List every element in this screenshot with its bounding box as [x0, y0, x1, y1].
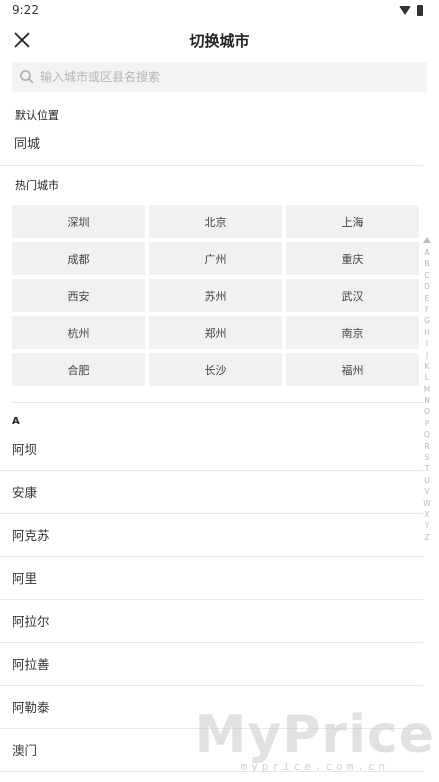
index-letter[interactable]: R [424, 441, 429, 452]
hot-city-button[interactable]: 苏州 [149, 279, 282, 312]
city-list-item[interactable]: 阿坝 [0, 428, 423, 471]
index-letter[interactable]: I [426, 338, 428, 349]
city-list-item[interactable]: 澳门 [0, 729, 423, 772]
index-letter[interactable]: L [425, 372, 429, 383]
alphabet-index-bar[interactable]: A B C D E F G H I J K L M N O P Q R S T … [422, 237, 432, 543]
hot-city-button[interactable]: 西安 [12, 279, 145, 312]
city-list-item[interactable]: 阿拉尔 [0, 600, 423, 643]
search-icon [20, 70, 34, 84]
hot-city-button[interactable]: 武汉 [286, 279, 419, 312]
index-letter[interactable]: U [424, 475, 430, 486]
hot-city-button[interactable]: 上海 [286, 205, 419, 238]
battery-icon [417, 4, 423, 16]
hot-cities-grid: 深圳 北京 上海 成都 广州 重庆 西安 苏州 武汉 杭州 郑州 南京 合肥 长… [12, 205, 419, 386]
default-location-label: 默认位置 [15, 109, 59, 122]
index-letter[interactable]: G [424, 315, 430, 326]
index-letter[interactable]: W [423, 498, 430, 509]
letter-group-header: A [12, 416, 20, 427]
hot-city-button[interactable]: 北京 [149, 205, 282, 238]
city-list-item[interactable]: 阿勒泰 [0, 686, 423, 729]
wifi-icon [399, 5, 411, 15]
hot-city-button[interactable]: 合肥 [12, 353, 145, 386]
hot-city-button[interactable]: 深圳 [12, 205, 145, 238]
index-letter[interactable]: S [425, 452, 430, 463]
hot-city-button[interactable]: 杭州 [12, 316, 145, 349]
index-letter[interactable]: K [425, 361, 430, 372]
index-letter[interactable]: P [425, 418, 430, 429]
current-city[interactable]: 同城 [0, 124, 423, 166]
city-list-item[interactable]: 阿克苏 [0, 514, 423, 557]
index-letter[interactable]: Q [424, 429, 430, 440]
status-time: 9:22 [12, 3, 39, 17]
index-letter[interactable]: N [424, 395, 430, 406]
hot-city-button[interactable]: 福州 [286, 353, 419, 386]
city-list-item[interactable]: 阿里 [0, 557, 423, 600]
index-letter[interactable]: M [424, 384, 430, 395]
index-letter[interactable]: V [424, 486, 429, 497]
page-title: 切换城市 [189, 31, 250, 50]
index-letter[interactable]: J [426, 350, 428, 361]
city-list-item[interactable]: 安康 [0, 471, 423, 514]
index-letter[interactable]: C [424, 270, 429, 281]
city-list-item[interactable]: 阿拉善 [0, 643, 423, 686]
section-divider [12, 402, 423, 403]
hot-city-button[interactable]: 重庆 [286, 242, 419, 275]
city-list: 阿坝 安康 阿克苏 阿里 阿拉尔 阿拉善 阿勒泰 澳门 [0, 428, 439, 772]
hot-cities-label: 热门城市 [15, 179, 59, 192]
title-bar: 切换城市 [0, 20, 439, 60]
hot-city-button[interactable]: 长沙 [149, 353, 282, 386]
status-icons [399, 4, 423, 16]
close-icon[interactable] [12, 30, 32, 50]
index-letter[interactable]: O [424, 406, 430, 417]
index-letter[interactable]: H [424, 327, 430, 338]
hot-city-button[interactable]: 南京 [286, 316, 419, 349]
index-letter[interactable]: A [424, 247, 429, 258]
index-letter[interactable]: F [425, 304, 429, 315]
hot-city-button[interactable]: 成都 [12, 242, 145, 275]
index-letter[interactable]: E [425, 293, 430, 304]
index-letter[interactable]: D [424, 281, 430, 292]
index-letter[interactable]: Z [424, 532, 429, 543]
status-bar: 9:22 [0, 0, 439, 20]
index-top-arrow-icon[interactable] [423, 237, 431, 243]
search-input[interactable] [40, 70, 420, 84]
index-letter[interactable]: X [424, 509, 429, 520]
index-letter[interactable]: Y [425, 520, 430, 531]
index-letter[interactable]: B [424, 258, 429, 269]
hot-city-button[interactable]: 郑州 [149, 316, 282, 349]
hot-city-button[interactable]: 广州 [149, 242, 282, 275]
search-box[interactable] [12, 62, 427, 92]
index-letter[interactable]: T [425, 463, 430, 474]
